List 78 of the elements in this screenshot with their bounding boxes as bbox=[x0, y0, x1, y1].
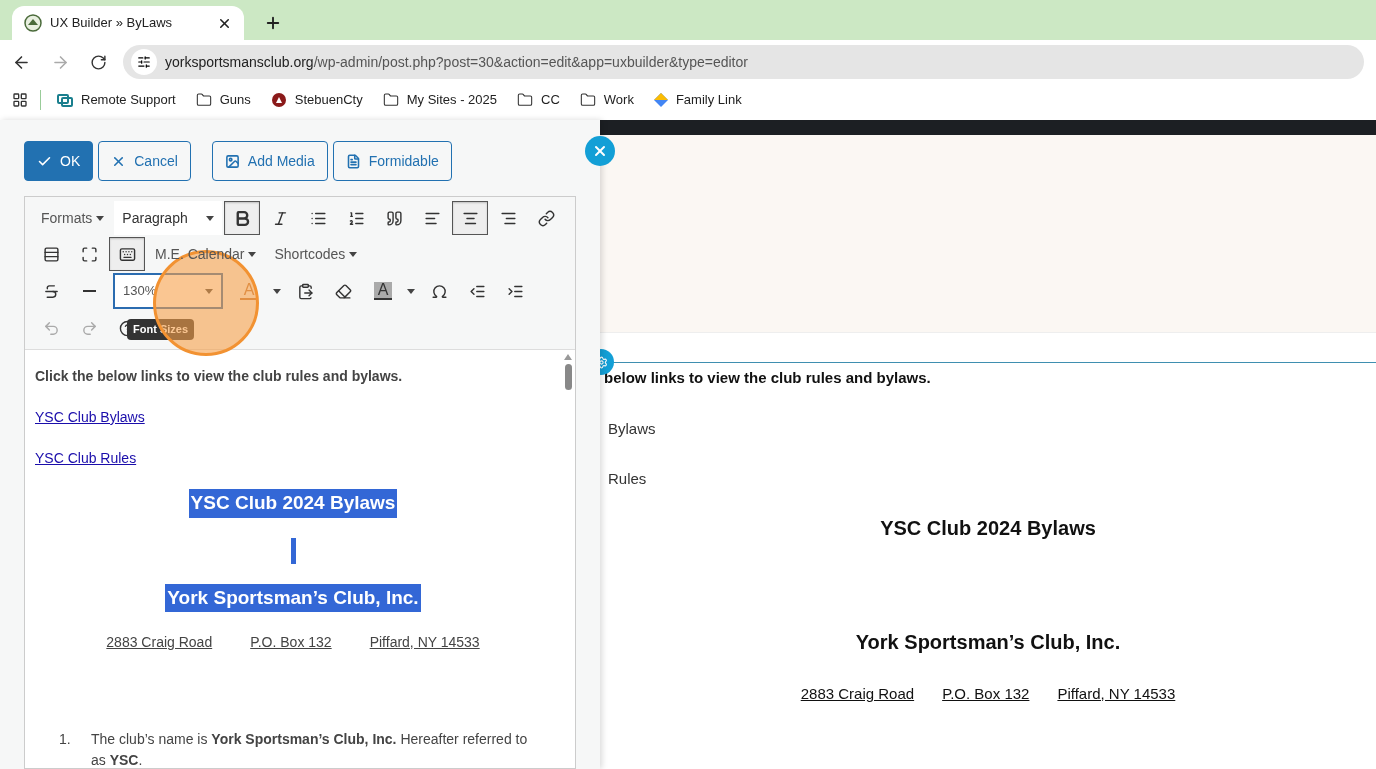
address-bar[interactable]: yorksportsmansclub.org/wp-admin/post.php?post=30&action=edit&app=uxbuilder&type=editor bbox=[123, 45, 1364, 79]
form-button[interactable]: Formidable bbox=[332, 141, 452, 181]
document-link[interactable]: YSC Club Bylaws bbox=[35, 407, 145, 428]
strike-icon bbox=[42, 282, 60, 300]
apps-icon bbox=[12, 92, 28, 108]
address-text: P.O. Box 132 bbox=[250, 633, 332, 652]
tab-title: UX Builder » ByLaws bbox=[50, 14, 174, 33]
keyboard-icon bbox=[118, 245, 136, 263]
list-number: 1. bbox=[59, 730, 72, 749]
intro-text: Click the below links to view the club rules and bylaws. bbox=[35, 367, 404, 386]
remote-icon bbox=[57, 92, 73, 108]
caret-icon bbox=[273, 288, 281, 294]
bookmark[interactable]: CC bbox=[509, 86, 568, 114]
preview-address: Piffard, NY 14533 bbox=[1057, 683, 1176, 704]
menu-button[interactable]: M.E. Calendar bbox=[147, 238, 265, 270]
format-select[interactable]: Paragraph bbox=[114, 201, 223, 235]
preview-club-name: York Sportsman’s Club, Inc. bbox=[854, 629, 1122, 655]
caret-icon bbox=[205, 288, 213, 294]
scroll-up-icon[interactable] bbox=[564, 354, 572, 360]
preview-address: P.O. Box 132 bbox=[942, 683, 1030, 704]
caret-icon bbox=[206, 215, 215, 221]
folder-icon bbox=[195, 92, 212, 108]
bookmark[interactable]: Work bbox=[571, 86, 642, 114]
add-media-button[interactable]: Add Media bbox=[211, 141, 328, 181]
bookmark[interactable]: Remote Support bbox=[49, 86, 184, 114]
media-icon bbox=[224, 153, 240, 169]
ok-button[interactable]: OK bbox=[24, 141, 94, 181]
new-tab-icon bbox=[264, 14, 282, 32]
caret-icon bbox=[407, 288, 415, 294]
form-icon bbox=[345, 153, 361, 169]
diamond-icon bbox=[653, 93, 668, 107]
eraser-icon bbox=[334, 282, 352, 300]
folder-icon bbox=[579, 92, 596, 108]
fullscreen-icon bbox=[80, 245, 98, 263]
reload-icon bbox=[90, 53, 107, 71]
cancel-button[interactable]: Cancel bbox=[98, 141, 191, 181]
folder-icon bbox=[382, 92, 399, 108]
logo-icon bbox=[270, 92, 287, 108]
undo-icon bbox=[42, 319, 60, 337]
site-info-icon bbox=[137, 55, 151, 69]
url-text: yorksportsmansclub.org/wp-admin/post.php?post=30&action=edit&app=uxbuilder&type=editor bbox=[165, 52, 748, 72]
bookmark[interactable]: StebuenCty bbox=[262, 86, 371, 114]
more-icon bbox=[42, 245, 60, 263]
preview-link[interactable]: Bylaws bbox=[600, 417, 656, 440]
paste-icon bbox=[296, 282, 314, 300]
bookmark[interactable]: Family Link bbox=[645, 86, 750, 114]
numbers-icon bbox=[347, 209, 365, 227]
bookmark[interactable]: My Sites - 2025 bbox=[374, 86, 505, 114]
folder-icon bbox=[517, 92, 533, 108]
caret-icon bbox=[349, 251, 358, 257]
bookmark[interactable]: Guns bbox=[187, 86, 259, 114]
omega-icon bbox=[430, 282, 448, 300]
rule-icon bbox=[82, 290, 96, 292]
preview-intro: below links to view the club rules and bylaws. bbox=[603, 368, 932, 388]
align-center-button[interactable] bbox=[452, 201, 489, 235]
preview-link[interactable]: Rules bbox=[600, 468, 647, 491]
quote-icon bbox=[385, 209, 403, 227]
close-icon bbox=[592, 143, 608, 159]
background-color-button[interactable]: A bbox=[367, 275, 399, 307]
scroll-thumb[interactable] bbox=[564, 364, 572, 390]
caret-icon bbox=[248, 251, 257, 257]
document-link[interactable]: YSC Club Rules bbox=[35, 448, 137, 469]
redo-icon bbox=[80, 319, 98, 337]
address-text: 2883 Craig Road bbox=[106, 633, 213, 652]
menu-button[interactable]: Formats bbox=[33, 202, 113, 234]
menu-button[interactable]: Shortcodes bbox=[266, 238, 366, 270]
preview-address: 2883 Craig Road bbox=[800, 683, 915, 704]
list-item-text: The club’s name is York Sportsman’s Club, Inc. Hereafter referred to as YSC. bbox=[91, 730, 529, 768]
address-text: Piffard, NY 14533 bbox=[369, 633, 480, 652]
browser-tab[interactable]: UX Builder » ByLaws bbox=[12, 6, 244, 40]
selected-heading: York Sportsman’s Club, Inc. bbox=[165, 583, 421, 612]
keyboard-button[interactable] bbox=[109, 237, 145, 271]
club-logo-icon bbox=[24, 14, 42, 32]
selected-heading: YSC Club 2024 Bylaws bbox=[188, 489, 398, 518]
link-icon bbox=[537, 209, 555, 227]
caret-icon bbox=[96, 215, 105, 221]
preview-title: YSC Club 2024 Bylaws bbox=[879, 515, 1097, 541]
bold-button[interactable] bbox=[224, 201, 261, 235]
